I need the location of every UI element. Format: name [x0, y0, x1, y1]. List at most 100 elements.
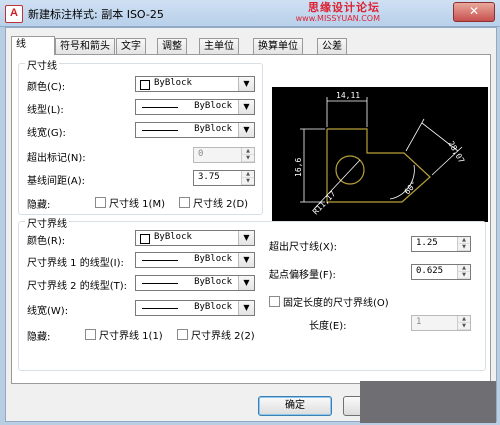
extend-beyond-value: 1.25 — [416, 238, 438, 248]
group-title-extension-lines: 尺寸界线 — [25, 215, 69, 230]
origin-offset-spinner[interactable]: 0.625 ▲ ▼ — [411, 264, 471, 280]
ext-color-value: ByBlock — [154, 232, 192, 242]
tab-text[interactable]: 文字 — [116, 38, 146, 54]
baseline-spacing-spinner[interactable]: 3.75 ▲ ▼ — [193, 170, 255, 186]
spin-up-icon[interactable]: ▲ — [242, 171, 254, 178]
checkbox-box[interactable] — [179, 197, 190, 208]
dropdown-arrow-icon[interactable]: ▼ — [238, 77, 254, 91]
extend-ticks-value: 0 — [198, 149, 204, 159]
dim-color-value: ByBlock — [154, 78, 192, 88]
tab-primary-units[interactable]: 主单位 — [199, 38, 239, 54]
origin-offset-value: 0.625 — [416, 266, 444, 276]
ext-lineweight-label: 线宽(W): — [27, 306, 69, 317]
checkbox-box[interactable] — [95, 197, 106, 208]
spinner-buttons[interactable]: ▲ ▼ — [457, 265, 470, 279]
fixed-length-label: 固定长度的尺寸界线(O) — [283, 298, 389, 309]
watermark-title: 思缘设计论坛 — [308, 1, 380, 14]
checkbox-box[interactable] — [177, 329, 188, 340]
spin-up-icon[interactable]: ▲ — [458, 237, 470, 244]
dim-lineweight-combo[interactable]: ByBlock ▼ — [135, 122, 255, 138]
preview-drawing: 14,11 16,6 28,07 60° R11,17 — [294, 91, 466, 216]
tab-alternate-units[interactable]: 换算单位 — [253, 38, 303, 54]
line-sample-icon — [142, 308, 178, 309]
suppress-ext-line-2-checkbox[interactable]: 尺寸界线 2(2) — [177, 327, 255, 342]
preview-dim-radius: R11,17 — [311, 189, 338, 216]
spin-up-icon[interactable]: ▲ — [458, 265, 470, 272]
dim-linetype-label: 线型(L): — [27, 105, 64, 116]
extend-ticks-spinner[interactable]: 0 ▲ ▼ — [193, 147, 255, 163]
dim-lineweight-label: 线宽(G): — [27, 128, 66, 139]
tab-panel-lines: 尺寸线 颜色(C): ByBlock ▼ 线型(L): ByBlock ▼ 线宽… — [11, 54, 491, 384]
group-extension-lines: 尺寸界线 颜色(R): ByBlock ▼ 尺寸界线 1 的线型(I): ByB… — [18, 215, 486, 371]
ext-linetype1-value: ByBlock — [194, 254, 232, 264]
dropdown-arrow-icon[interactable]: ▼ — [238, 123, 254, 137]
checkbox-box[interactable] — [85, 329, 96, 340]
ext-linetype1-label: 尺寸界线 1 的线型(I): — [27, 258, 124, 269]
suppress-ext-line-1-label: 尺寸界线 1(1) — [99, 331, 163, 342]
ext-color-label: 颜色(R): — [27, 236, 66, 247]
dropdown-arrow-icon[interactable]: ▼ — [238, 301, 254, 315]
dropdown-arrow-icon[interactable]: ▼ — [238, 253, 254, 267]
fixed-length-value: 1 — [416, 317, 422, 327]
suppress-ext-line-1-checkbox[interactable]: 尺寸界线 1(1) — [85, 327, 163, 342]
title-bar: A 新建标注样式: 副本 ISO-25 思缘设计论坛 www.MISSYUAN.… — [0, 0, 500, 27]
ext-linetype2-value: ByBlock — [194, 277, 232, 287]
ext-linetype1-combo[interactable]: ByBlock ▼ — [135, 252, 255, 268]
dim-lineweight-value: ByBlock — [194, 124, 232, 134]
dim-linetype-value: ByBlock — [194, 101, 232, 111]
fixed-length-spinner[interactable]: 1 ▲ ▼ — [411, 315, 471, 331]
ext-linetype2-combo[interactable]: ByBlock ▼ — [135, 275, 255, 291]
group-dimension-lines: 尺寸线 颜色(C): ByBlock ▼ 线型(L): ByBlock ▼ 线宽… — [18, 57, 263, 215]
dim-color-combo[interactable]: ByBlock ▼ — [135, 76, 255, 92]
spin-up-icon[interactable]: ▲ — [458, 316, 470, 323]
spin-down-icon[interactable]: ▼ — [242, 178, 254, 185]
obscured-area — [360, 381, 496, 423]
spinner-buttons[interactable]: ▲ ▼ — [457, 237, 470, 251]
fixed-length-value-label: 长度(E): — [309, 321, 347, 332]
ext-linetype2-label: 尺寸界线 2 的线型(T): — [27, 281, 127, 292]
suppress-dim-line-1-checkbox[interactable]: 尺寸线 1(M) — [95, 195, 165, 210]
spin-down-icon[interactable]: ▼ — [458, 244, 470, 251]
tab-lines[interactable]: 线 — [11, 36, 55, 55]
fixed-length-checkbox[interactable]: 固定长度的尺寸界线(O) — [269, 294, 389, 309]
group-title-dimension-lines: 尺寸线 — [25, 57, 59, 72]
preview-dim-left: 16,6 — [294, 158, 303, 177]
ext-color-combo[interactable]: ByBlock ▼ — [135, 230, 255, 246]
origin-offset-label: 起点偏移量(F): — [269, 270, 336, 281]
dropdown-arrow-icon[interactable]: ▼ — [238, 231, 254, 245]
spinner-buttons[interactable]: ▲ ▼ — [241, 171, 254, 185]
suppress-ext-line-2-label: 尺寸界线 2(2) — [191, 331, 255, 342]
window-title: 新建标注样式: 副本 ISO-25 — [28, 8, 164, 21]
spinner-buttons[interactable]: ▲ ▼ — [457, 316, 470, 330]
extend-beyond-label: 超出尺寸线(X): — [269, 242, 338, 253]
dropdown-arrow-icon[interactable]: ▼ — [238, 100, 254, 114]
dim-color-label: 颜色(C): — [27, 82, 66, 93]
preview-dim-right: 28,07 — [446, 140, 466, 166]
tab-tolerances[interactable]: 公差 — [317, 38, 347, 54]
suppress-dim-line-2-checkbox[interactable]: 尺寸线 2(D) — [179, 195, 248, 210]
spin-down-icon[interactable]: ▼ — [458, 272, 470, 279]
line-sample-icon — [142, 283, 178, 284]
line-sample-icon — [142, 107, 178, 108]
spin-down-icon[interactable]: ▼ — [458, 323, 470, 330]
spinner-buttons[interactable]: ▲ ▼ — [241, 148, 254, 162]
dim-linetype-combo[interactable]: ByBlock ▼ — [135, 99, 255, 115]
tab-symbols-arrows[interactable]: 符号和箭头 — [55, 38, 115, 54]
baseline-spacing-value: 3.75 — [198, 172, 220, 182]
tab-fit[interactable]: 调整 — [157, 38, 187, 54]
preview-dim-top: 14,11 — [336, 91, 360, 100]
dropdown-arrow-icon[interactable]: ▼ — [238, 276, 254, 290]
color-swatch-icon — [140, 80, 150, 90]
extend-beyond-spinner[interactable]: 1.25 ▲ ▼ — [411, 236, 471, 252]
close-button[interactable]: ✕ — [453, 2, 495, 22]
watermark-url: www.MISSYUAN.COM — [295, 14, 380, 23]
spin-down-icon[interactable]: ▼ — [242, 155, 254, 162]
ok-button[interactable]: 确定 — [258, 396, 332, 416]
autocad-app-icon: A — [5, 5, 23, 23]
ext-suppress-label: 隐藏: — [27, 332, 51, 343]
line-sample-icon — [142, 130, 178, 131]
ext-lineweight-combo[interactable]: ByBlock ▼ — [135, 300, 255, 316]
checkbox-box[interactable] — [269, 296, 280, 307]
spin-up-icon[interactable]: ▲ — [242, 148, 254, 155]
preview-ext-line — [405, 118, 425, 152]
